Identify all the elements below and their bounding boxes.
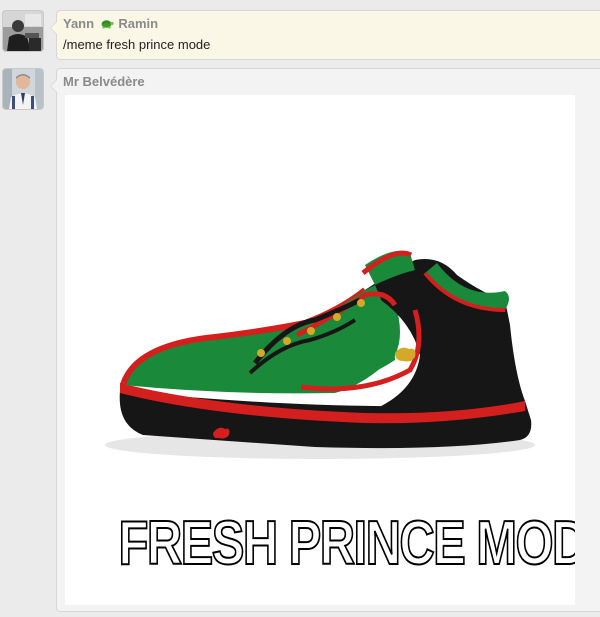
message-bubble: Mr Belvédère FRESH PRINCE MODE <box>50 68 600 612</box>
chat-feed: Yann Ramin /meme fresh prince mode Mr Be… <box>0 0 600 617</box>
author-name[interactable]: Yann Ramin <box>63 16 158 31</box>
turtle-icon <box>101 20 114 29</box>
message-bubble: Yann Ramin /meme fresh prince mode <box>50 10 600 60</box>
avatar[interactable] <box>3 11 43 51</box>
meme-image[interactable]: FRESH PRINCE MODE <box>65 95 575 605</box>
avatar-photo-icon <box>3 11 43 51</box>
sneaker-icon <box>105 250 535 459</box>
chat-message: Mr Belvédère FRESH PRINCE MODE <box>0 68 600 613</box>
message-text: /meme fresh prince mode <box>63 37 211 52</box>
avatar-photo-icon <box>3 69 43 109</box>
meme-caption: FRESH PRINCE MODE <box>118 509 575 578</box>
author-second-name: Ramin <box>118 16 159 31</box>
author-name[interactable]: Mr Belvédère <box>63 74 145 89</box>
chat-message: Yann Ramin /meme fresh prince mode <box>0 10 600 60</box>
avatar[interactable] <box>3 69 43 109</box>
author-first-name: Yann <box>63 16 95 31</box>
